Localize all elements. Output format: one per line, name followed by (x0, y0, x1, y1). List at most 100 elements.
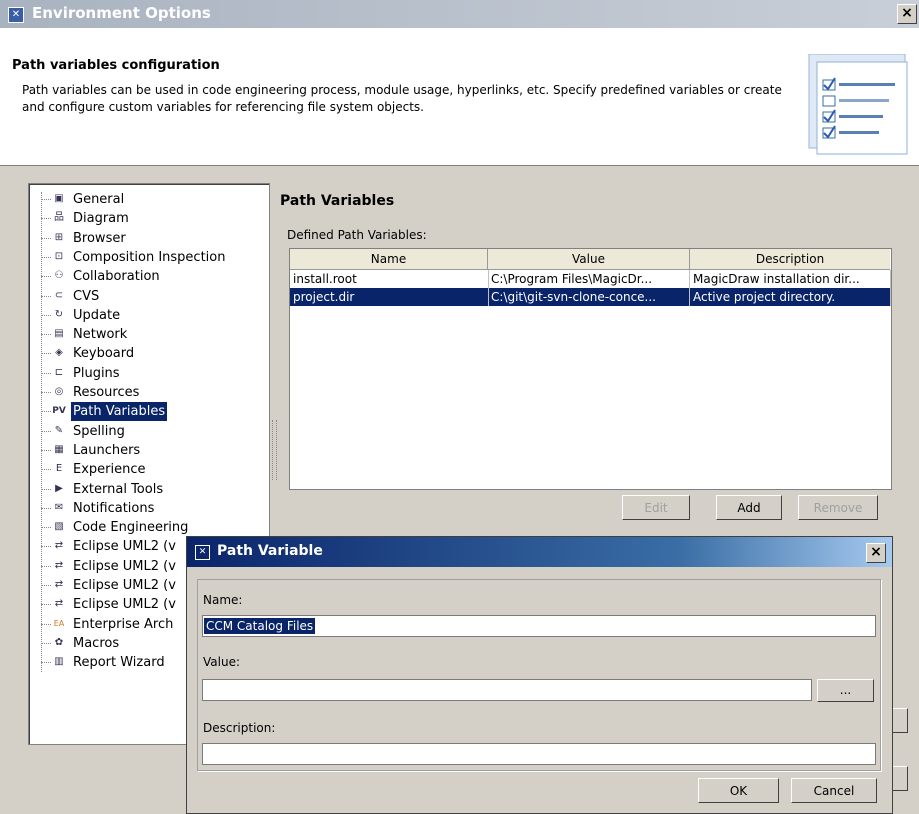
path-variables-table[interactable]: Name Value Description install.root C:\Pr… (289, 248, 892, 490)
collaboration-icon: ⚇ (54, 270, 64, 282)
background-button-partial[interactable] (892, 766, 908, 791)
cancel-button[interactable]: Cancel (791, 778, 877, 803)
tree-branch-line (41, 565, 51, 567)
window-titlebar[interactable]: ✕ Environment Options × (0, 0, 919, 28)
tree-item-label: CVS (73, 288, 100, 304)
header-description: Path variables can be used in code engin… (22, 83, 782, 114)
eclipse-uml2-icon: ⇄ (54, 598, 64, 610)
column-header-description[interactable]: Description (690, 249, 890, 270)
tree-item[interactable]: ✎ Spelling (29, 422, 267, 441)
tree-item[interactable]: ↻ Update (29, 306, 267, 325)
tree-item-label: Code Engineering (73, 520, 189, 536)
tree-item-label: Path Variables (71, 402, 168, 422)
resources-icon: ◎ (54, 386, 64, 397)
options-header: Path variables configuration Path variab… (0, 28, 919, 166)
name-field-value: CCM Catalog Files (204, 618, 316, 634)
window-close-button[interactable]: × (897, 4, 917, 24)
tree-item[interactable]: ▶ External Tools (29, 480, 267, 499)
tree-branch-line (41, 353, 51, 355)
notifications-icon: ✉ (54, 501, 64, 513)
diagram-icon: 品 (54, 212, 64, 224)
table-row[interactable]: project.dir C:\git\git-svn-clone-conce...… (290, 288, 891, 306)
column-header-name[interactable]: Name (290, 249, 488, 270)
eclipse-uml2-icon: ⇄ (54, 540, 64, 552)
tree-branch-line (41, 276, 51, 278)
description-field[interactable] (202, 743, 876, 765)
browse-button[interactable]: ... (817, 679, 874, 702)
tree-item-label: Report Wizard (73, 655, 165, 671)
tree-branch-line (41, 662, 51, 664)
tree-branch-line (41, 527, 51, 529)
checklist-illustration-icon (808, 54, 908, 155)
tree-branch-line (41, 430, 51, 432)
tree-branch-line (41, 199, 51, 200)
plugins-icon: ⊏ (54, 366, 64, 378)
tree-item[interactable]: E Experience (29, 460, 267, 479)
ok-button[interactable]: OK (698, 778, 779, 803)
background-button-partial[interactable] (892, 708, 908, 733)
tree-branch-line (41, 604, 51, 606)
tree-item[interactable]: ✉ Notifications (29, 499, 267, 518)
tree-branch-line (41, 256, 51, 258)
tree-branch-line (41, 585, 51, 586)
eclipse-uml2-icon: ⇄ (54, 579, 64, 590)
tree-item-label: Resources (73, 385, 140, 400)
tree-item[interactable]: ▤ Network (29, 325, 267, 344)
tree-item-label: Eclipse UML2 (v (73, 539, 176, 555)
table-cell-description: Active project directory. (690, 288, 891, 306)
tree-item[interactable]: ⚇ Collaboration (29, 267, 267, 286)
tree-branch-line (41, 411, 51, 413)
tree-item-label: Eclipse UML2 (v (73, 558, 176, 574)
enterprise-arch-icon: EA (53, 618, 65, 628)
name-label: Name: (203, 593, 243, 607)
tree-item-label: Network (73, 327, 128, 343)
add-button[interactable]: Add (716, 495, 782, 520)
tree-item-label: Spelling (73, 423, 125, 439)
tree-branch-line (41, 546, 51, 548)
tree-branch-line (41, 392, 51, 393)
table-cell-value: C:\git\git-svn-clone-conce... (488, 288, 690, 306)
tree-item[interactable]: 品 Diagram (29, 209, 267, 228)
general-icon: ▣ (54, 193, 64, 204)
tree-item[interactable]: ⊡ Composition Inspection (29, 248, 267, 267)
tree-item-label: Launchers (73, 442, 141, 458)
tree-item-label: Eclipse UML2 (v (73, 597, 176, 613)
table-cell-name: install.root (290, 270, 489, 288)
tree-item[interactable]: ▦ Launchers (29, 441, 267, 460)
panel-subtitle: Defined Path Variables: (287, 228, 427, 242)
tree-item-label: Experience (73, 462, 146, 478)
tree-item[interactable]: ⊞ Browser (29, 229, 267, 248)
tree-branch-line (41, 372, 51, 374)
macros-icon: ✿ (54, 636, 64, 648)
dialog-close-button[interactable]: × (866, 543, 886, 563)
launchers-icon: ▦ (54, 443, 64, 455)
tree-item[interactable]: ⊂ CVS (29, 287, 267, 306)
tree-branch-line (41, 623, 51, 625)
browser-icon: ⊞ (54, 231, 64, 243)
path-variable-dialog: ✕ Path Variable × Name: CCM Catalog File… (186, 536, 893, 814)
tree-item[interactable]: ⊏ Plugins (29, 364, 267, 383)
dialog-titlebar[interactable]: ✕ Path Variable × (187, 537, 892, 567)
tree-item[interactable]: ▣ General (29, 190, 267, 209)
table-row[interactable]: install.root C:\Program Files\MagicDr... M… (290, 270, 891, 288)
tree-item-label: Browser (73, 230, 126, 246)
tree-item-label: Notifications (73, 500, 155, 516)
value-field[interactable] (202, 679, 812, 701)
dialog-title: Path Variable (217, 543, 323, 559)
tree-item[interactable]: ▧ Code Engineering (29, 518, 267, 537)
tree-item-label: Collaboration (73, 269, 160, 285)
dialog-app-icon: ✕ (195, 545, 210, 560)
tree-item[interactable]: ◈ Keyboard (29, 344, 267, 363)
tree-item-label: Keyboard (73, 346, 135, 362)
report-wizard-icon: ▥ (54, 656, 64, 668)
eclipse-uml2-icon: ⇄ (54, 559, 64, 571)
path-variables-icon: PV (52, 406, 66, 417)
update-icon: ↻ (54, 308, 64, 320)
name-field[interactable]: CCM Catalog Files (202, 615, 876, 637)
tree-item[interactable]: PV Path Variables (29, 402, 267, 422)
column-header-value[interactable]: Value (488, 249, 690, 270)
edit-button[interactable]: Edit (622, 495, 690, 520)
tree-item[interactable]: ◎ Resources (29, 383, 267, 402)
panel-splitter-handle[interactable] (272, 420, 277, 480)
remove-button[interactable]: Remove (798, 495, 878, 520)
